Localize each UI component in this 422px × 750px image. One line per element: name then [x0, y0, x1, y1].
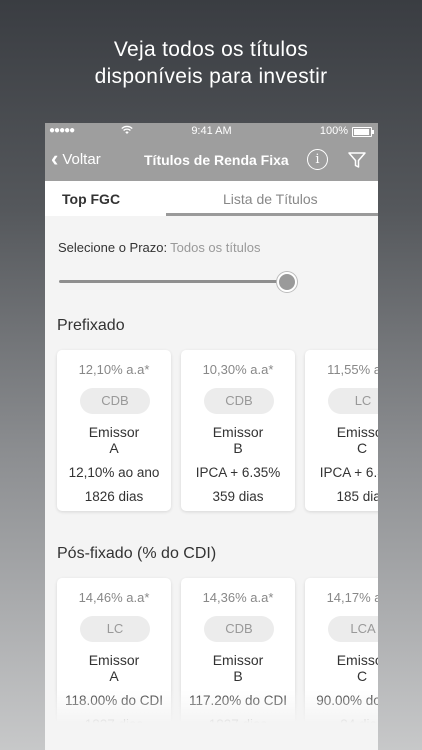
card-term: 1827 dias: [208, 717, 268, 732]
card-term: 185 dias: [336, 489, 378, 504]
title-card[interactable]: 14,36% a.a* CDB Emissor B 117.20% do CDI …: [181, 578, 295, 739]
card-issuer-label: Emissor: [212, 652, 264, 668]
card-issuer-name: B: [233, 440, 243, 456]
promo-headline-line1: Veja todos os títulos: [113, 38, 309, 61]
card-type-badge: LCA: [328, 616, 378, 642]
card-rate: 14,36% a.a*: [202, 590, 274, 605]
promo-headline: Veja todos os títulos disponíveis para i…: [0, 36, 422, 90]
chevron-left-icon: ‹: [51, 146, 59, 171]
card-issuer-name: C: [356, 668, 368, 684]
term-filter-label: Selecione o Prazo: Todos os títulos: [58, 240, 260, 255]
card-type-badge: LC: [80, 616, 150, 642]
card-rate: 14,46% a.a*: [78, 590, 150, 605]
card-yield: 90.00% do CDI: [316, 693, 378, 708]
title-card[interactable]: 14,46% a.a* LC Emissor A 118.00% do CDI 1…: [57, 578, 171, 739]
card-type-badge: CDB: [204, 616, 274, 642]
battery-icon: [352, 127, 374, 137]
term-filter-value: Todos os títulos: [170, 240, 261, 255]
card-rate: 10,30% a.a*: [202, 362, 274, 377]
card-term: 359 dias: [212, 489, 264, 504]
card-rate: 14,17% a.a*: [326, 590, 378, 605]
section-title-pos-fixado: Pós-fixado (% do CDI): [57, 545, 217, 562]
card-type-badge: CDB: [80, 388, 150, 414]
card-issuer: Emissor B: [181, 424, 295, 456]
card-term: 84 dias: [340, 717, 378, 732]
card-issuer-name: B: [233, 668, 243, 684]
card-issuer: Emissor A: [57, 424, 171, 456]
info-icon[interactable]: i: [307, 149, 328, 170]
title-card[interactable]: 12,10% a.a* CDB Emissor A 12,10% ao ano 1…: [57, 350, 171, 511]
card-issuer: Emissor A: [57, 652, 171, 684]
back-button[interactable]: ‹ Voltar: [51, 146, 101, 171]
card-yield: IPCA + 6.35%: [319, 465, 378, 480]
phone-screen: ●●●●● 9:41 AM 100% ‹ Voltar Títulos de R…: [45, 123, 378, 750]
card-issuer: Emissor B: [181, 652, 295, 684]
term-filter: Selecione o Prazo: Todos os títulos: [45, 216, 378, 306]
title-card[interactable]: 14,17% a.a* LCA EmissorC 90.00% do CDI 8…: [305, 578, 378, 739]
title-card[interactable]: 10,30% a.a* CDB Emissor B IPCA + 6.35% 35…: [181, 350, 295, 511]
section-title-prefixado: Prefixado: [57, 317, 125, 334]
navigation-bar: ‹ Voltar Títulos de Renda Fixa i: [45, 140, 378, 181]
card-issuer: EmissorC: [305, 424, 378, 456]
card-rate: 12,10% a.a*: [78, 362, 150, 377]
page-title: Títulos de Renda Fixa: [144, 152, 289, 168]
tab-lista-de-titulos[interactable]: Lista de Títulos: [223, 191, 318, 207]
battery-percent: 100%: [319, 125, 348, 137]
card-type-badge: LC: [328, 388, 378, 414]
term-slider-thumb[interactable]: [277, 272, 297, 292]
back-label: Voltar: [62, 150, 101, 168]
card-issuer-label: Emissor: [88, 652, 140, 668]
status-bar: ●●●●● 9:41 AM 100%: [45, 123, 378, 140]
promo-headline-line2: disponíveis para investir: [94, 65, 328, 88]
card-issuer: EmissorC: [305, 652, 378, 684]
card-issuer-name: A: [109, 668, 119, 684]
card-yield: IPCA + 6.35%: [195, 465, 281, 480]
card-issuer-label: Emissor: [336, 652, 378, 668]
card-issuer-label: Emissor: [212, 424, 264, 440]
card-type-badge: CDB: [204, 388, 274, 414]
card-yield: 117.20% do CDI: [188, 693, 288, 708]
term-slider-track[interactable]: [59, 280, 286, 283]
card-term: 1826 dias: [84, 489, 144, 504]
tab-top-fgc[interactable]: Top FGC: [62, 191, 120, 207]
tab-bar: Top FGC Lista de Títulos: [45, 181, 378, 216]
filter-icon[interactable]: [347, 150, 367, 175]
card-yield: 118.00% do CDI: [64, 693, 164, 708]
card-issuer-name: A: [109, 440, 119, 456]
card-issuer-name: C: [356, 440, 368, 456]
card-issuer-label: Emissor: [88, 424, 140, 440]
card-issuer-label: Emissor: [336, 424, 378, 440]
card-rate: 11,55% a.a*: [327, 362, 378, 377]
term-filter-caption: Selecione o Prazo:: [58, 240, 168, 255]
card-yield: 12,10% ao ano: [68, 465, 160, 480]
card-term: 1827 dias: [84, 717, 144, 732]
title-card[interactable]: 11,55% a.a* LC EmissorC IPCA + 6.35% 185…: [305, 350, 378, 511]
